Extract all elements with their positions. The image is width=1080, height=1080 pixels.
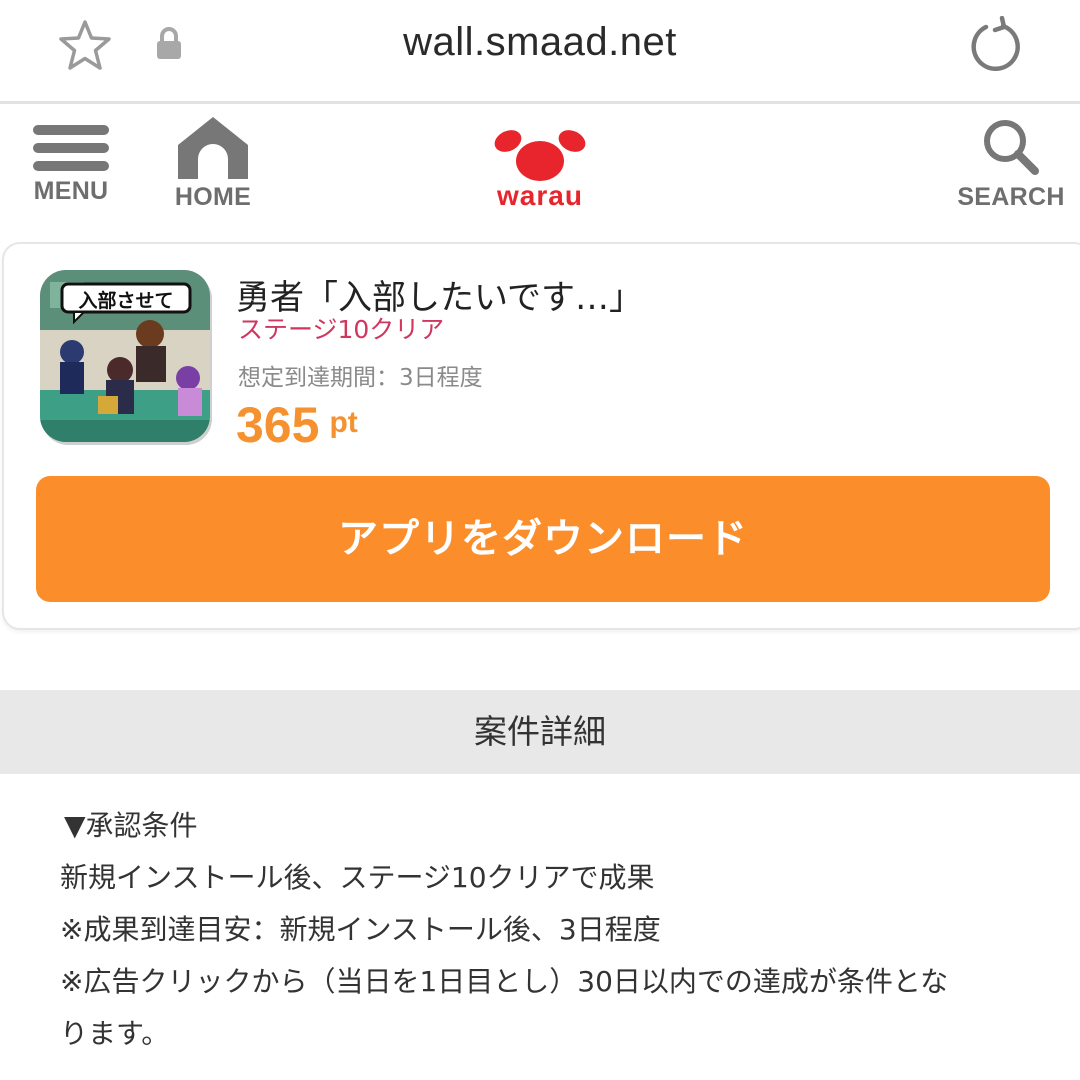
home-button[interactable]: HOME — [170, 115, 256, 212]
details-line: ります。 — [60, 1017, 170, 1050]
magnifier-icon — [984, 120, 1039, 175]
reload-icon[interactable] — [966, 16, 1026, 76]
svg-text:warau: warau — [496, 180, 583, 207]
offer-card: 入部させて 勇者「入部したいです…」 ステージ10クリア 想定到達期間：3日程度… — [2, 242, 1080, 630]
points-value: 365 — [236, 397, 320, 453]
details-line: ▼承認条件 — [64, 809, 198, 842]
site-header: MENU HOME warau SEARCH — [0, 107, 1080, 233]
details-body: ▼承認条件 新規インストール後、ステージ10クリアで成果 ※成果到達目安：新規イ… — [0, 774, 1080, 1080]
search-label: SEARCH — [957, 183, 1065, 211]
offer-subtitle: ステージ10クリア — [238, 315, 445, 344]
address-bar-url[interactable]: wall.smaad.net — [0, 20, 1080, 65]
details-line: ※成果到達目安：新規インストール後、3日程度 — [60, 913, 661, 946]
points-unit: pt — [329, 406, 358, 439]
menu-button[interactable]: MENU — [28, 115, 114, 206]
menu-label: MENU — [33, 177, 109, 205]
home-label: HOME — [174, 183, 252, 211]
download-app-button[interactable]: アプリをダウンロード — [36, 476, 1050, 602]
hamburger-icon — [33, 125, 109, 171]
estimated-period: 想定到達期間：3日程度 — [238, 365, 483, 391]
details-heading: 案件詳細 — [0, 690, 1080, 774]
warau-logo[interactable]: warau — [486, 123, 594, 207]
app-icon[interactable]: 入部させて — [40, 270, 210, 442]
search-button[interactable]: SEARCH — [954, 115, 1068, 212]
details-line: ※広告クリックから（当日を1日目とし）30日以内での達成が条件とな — [60, 965, 949, 998]
browser-url-bar: wall.smaad.net — [0, 0, 1080, 104]
reward-points: 365 pt — [236, 396, 358, 454]
home-icon — [178, 117, 248, 179]
app-icon-text: 入部させて — [78, 289, 173, 312]
details-line: 新規インストール後、ステージ10クリアで成果 — [60, 861, 655, 894]
